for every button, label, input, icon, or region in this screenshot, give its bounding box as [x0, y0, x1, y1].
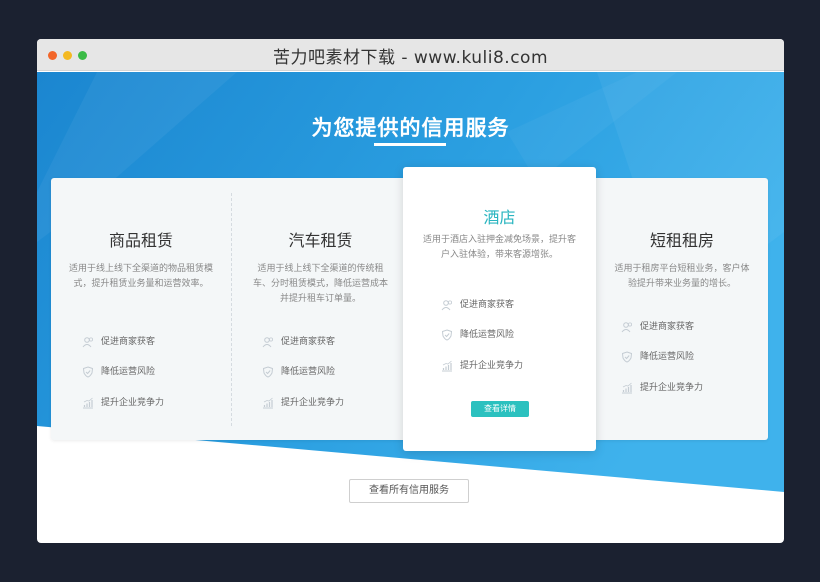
feature-label: 降低运营风险: [640, 352, 695, 362]
window-title: 苦力吧素材下载 - www.kuli8.com: [272, 48, 549, 68]
view-all-services-button[interactable]: 查看所有信用服务: [349, 479, 469, 503]
card-title: 短租租房: [649, 231, 714, 250]
feature-label: 提升企业竞争力: [460, 361, 524, 371]
feature-label: 降低运营风险: [101, 367, 156, 377]
feature-label: 提升企业竞争力: [101, 398, 165, 408]
card-title: 汽车租赁: [288, 231, 353, 250]
user-group-icon: [621, 322, 633, 333]
feature-label: 降低运营风险: [281, 367, 336, 377]
card-description: 适用于酒店入驻押金减免场景，提升客户入驻体验，带来客源增张。: [423, 235, 577, 260]
shield-check-icon: [262, 366, 274, 378]
chart-growth-icon: [263, 397, 273, 409]
feature-label: 提升企业竞争力: [281, 398, 345, 408]
page-content: 为您提供的信用服务 商品租赁 适用于线上线下全渠道的物品租赁模式，提升租赁业务量…: [37, 72, 784, 543]
view-details-button[interactable]: 查看详情: [471, 401, 529, 417]
window-titlebar: 苦力吧素材下载 - www.kuli8.com: [37, 39, 784, 71]
shield-check-icon: [621, 351, 633, 363]
card-divider: [231, 193, 232, 426]
user-group-icon: [262, 337, 274, 348]
title-underline: [374, 143, 446, 146]
feature-label: 促进商家获客: [281, 337, 336, 347]
card-title: 酒店: [483, 208, 516, 227]
feature-label: 促进商家获客: [101, 337, 156, 347]
card-description: 适用于线上线下全渠道的物品租赁模式，提升租赁业务量和运营效率。: [69, 264, 214, 289]
card-hotel-featured[interactable]: 酒店 适用于酒店入驻押金减免场景，提升客户入驻体验，带来客源增张。 促进商家获客…: [403, 167, 596, 451]
chart-growth-icon: [622, 382, 632, 394]
section-title: 为您提供的信用服务: [311, 116, 510, 140]
feature-label: 促进商家获客: [640, 322, 695, 332]
shield-check-icon: [441, 329, 453, 341]
chart-growth-icon: [442, 360, 452, 372]
feature-label: 促进商家获客: [460, 300, 515, 310]
shield-check-icon: [82, 366, 94, 378]
card-title: 商品租赁: [108, 231, 173, 250]
chart-growth-icon: [83, 397, 93, 409]
card-short-term-housing[interactable]: 短租租房 适用于租房平台短租业务，客户体验提升带来业务量的增长。 促进商家获客 …: [596, 178, 768, 440]
feature-label: 降低运营风险: [460, 330, 515, 340]
browser-window: 苦力吧素材下载 - www.kuli8.com 为您提供的信用服务 商品租赁 适…: [37, 39, 784, 543]
card-description: 适用于线上线下全渠道的传统租车、分时租赁模式，降低运营成本并提升租车订单量。: [252, 264, 388, 304]
card-description: 适用于租房平台短租业务，客户体验提升带来业务量的增长。: [614, 264, 750, 289]
card-car-rental[interactable]: 汽车租赁 适用于线上线下全渠道的传统租车、分时租赁模式，降低运营成本并提升租车订…: [231, 178, 410, 440]
feature-label: 提升企业竞争力: [640, 383, 704, 393]
card-goods-rental[interactable]: 商品租赁 适用于线上线下全渠道的物品租赁模式，提升租赁业务量和运营效率。 促进商…: [51, 178, 231, 440]
user-group-icon: [82, 337, 94, 348]
user-group-icon: [441, 300, 453, 311]
